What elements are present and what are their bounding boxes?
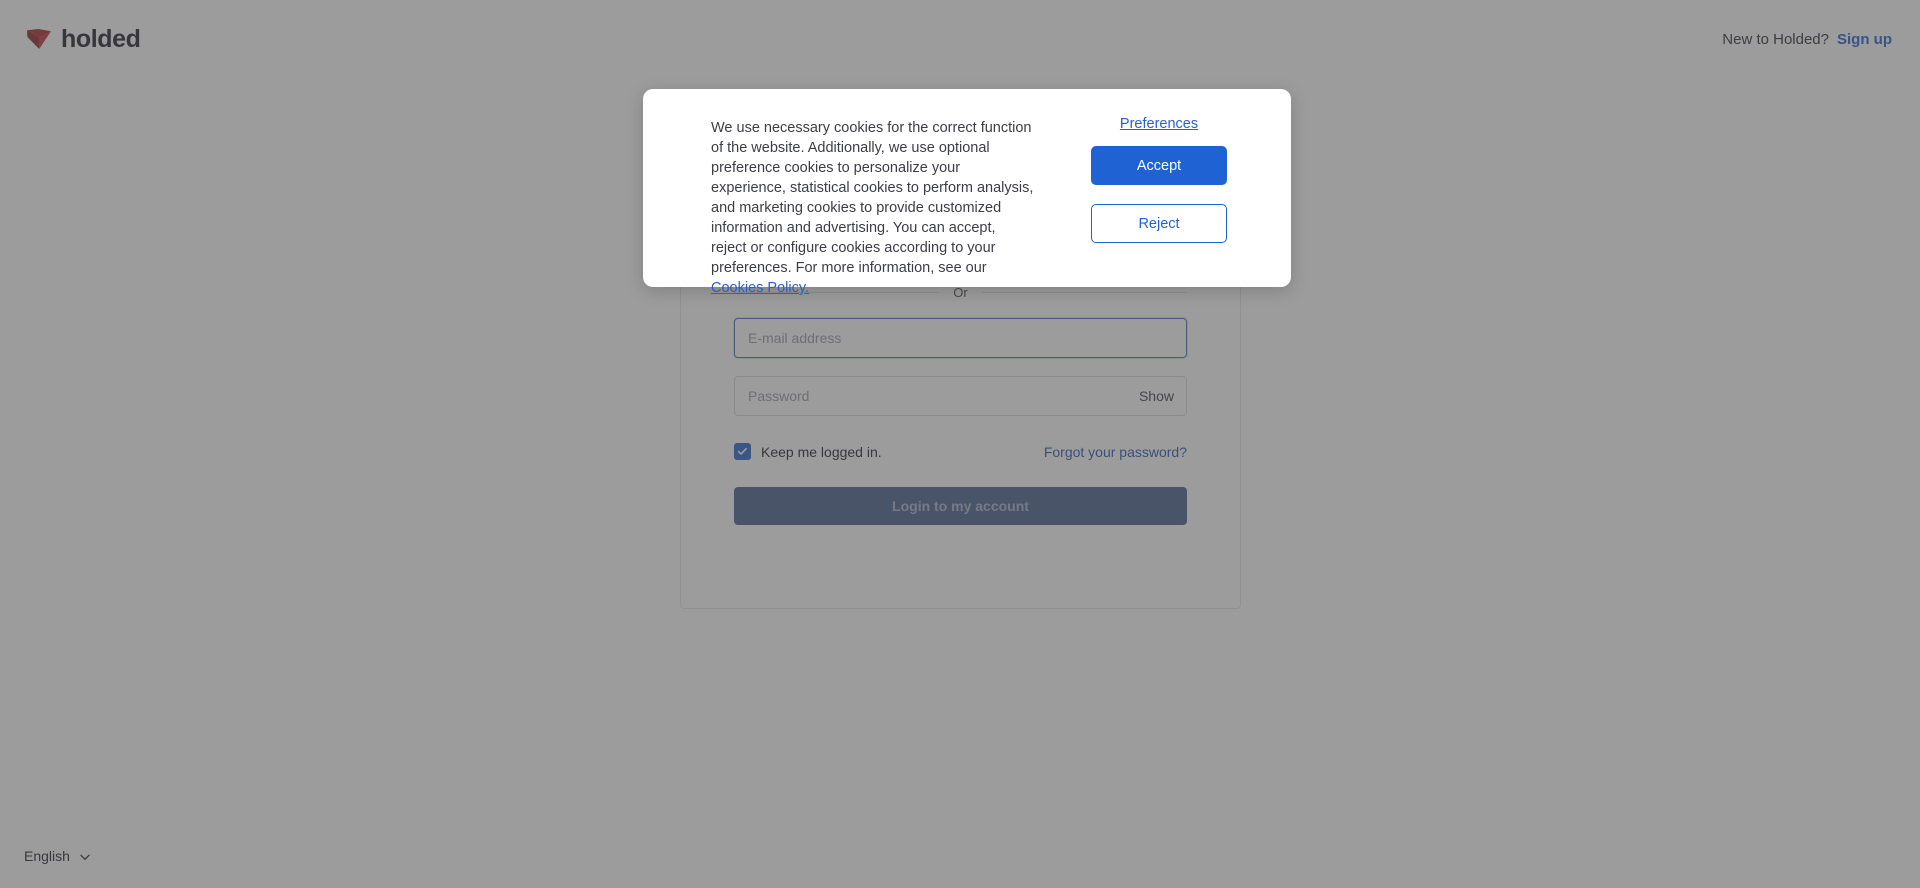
cookie-preferences-link[interactable]: Preferences xyxy=(1120,116,1198,132)
cookie-consent-dialog: We use necessary cookies for the correct… xyxy=(643,89,1291,296)
cookie-reject-button[interactable]: Reject xyxy=(1091,204,1227,243)
cookie-description-text: We use necessary cookies for the correct… xyxy=(711,120,1034,276)
cookies-policy-link[interactable]: Cookies Policy. xyxy=(711,280,809,296)
cookie-description: We use necessary cookies for the correct… xyxy=(711,118,1035,298)
cookie-text-column: We use necessary cookies for the correct… xyxy=(643,89,1059,296)
cookie-actions-column: Preferences Accept Reject xyxy=(1059,89,1291,287)
cookie-accept-button[interactable]: Accept xyxy=(1091,146,1227,185)
